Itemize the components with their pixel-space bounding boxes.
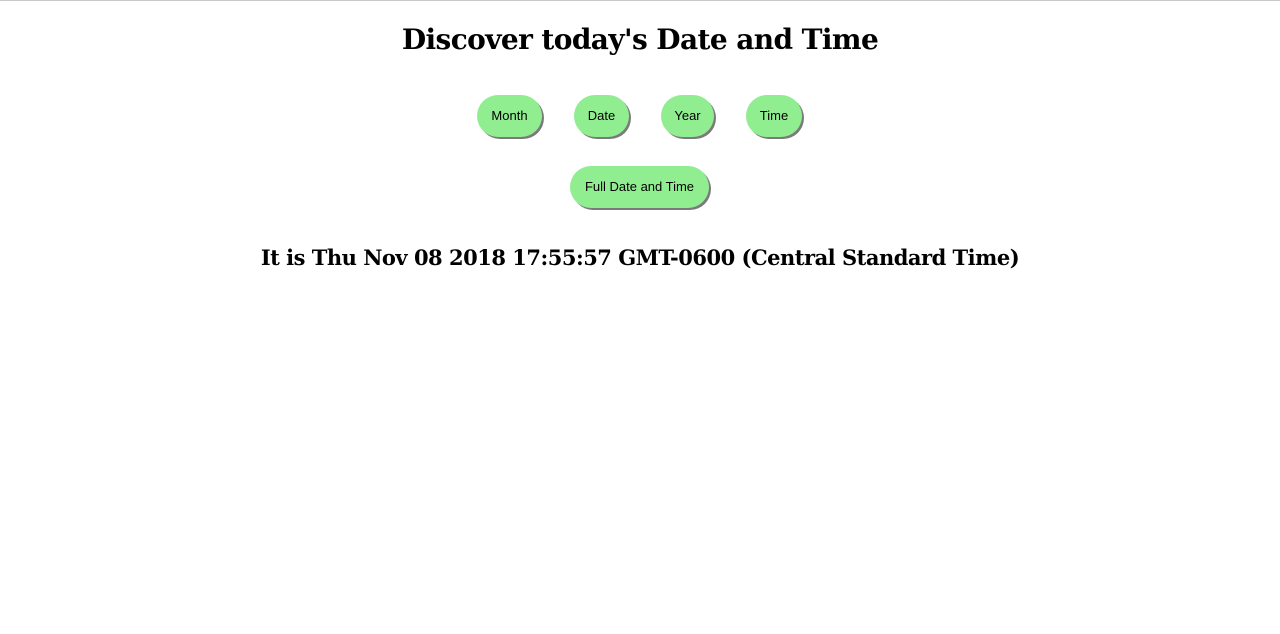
month-button[interactable]: Month	[477, 95, 542, 137]
full-date-time-button[interactable]: Full Date and Time	[570, 166, 709, 208]
page-title: Discover today's Date and Time	[401, 23, 879, 56]
time-button[interactable]: Time	[746, 95, 802, 137]
date-button[interactable]: Date	[574, 95, 629, 137]
top-divider	[0, 0, 1280, 1]
date-time-result: It is Thu Nov 08 2018 17:55:57 GMT-0600 …	[260, 245, 1020, 270]
year-button[interactable]: Year	[661, 95, 714, 137]
